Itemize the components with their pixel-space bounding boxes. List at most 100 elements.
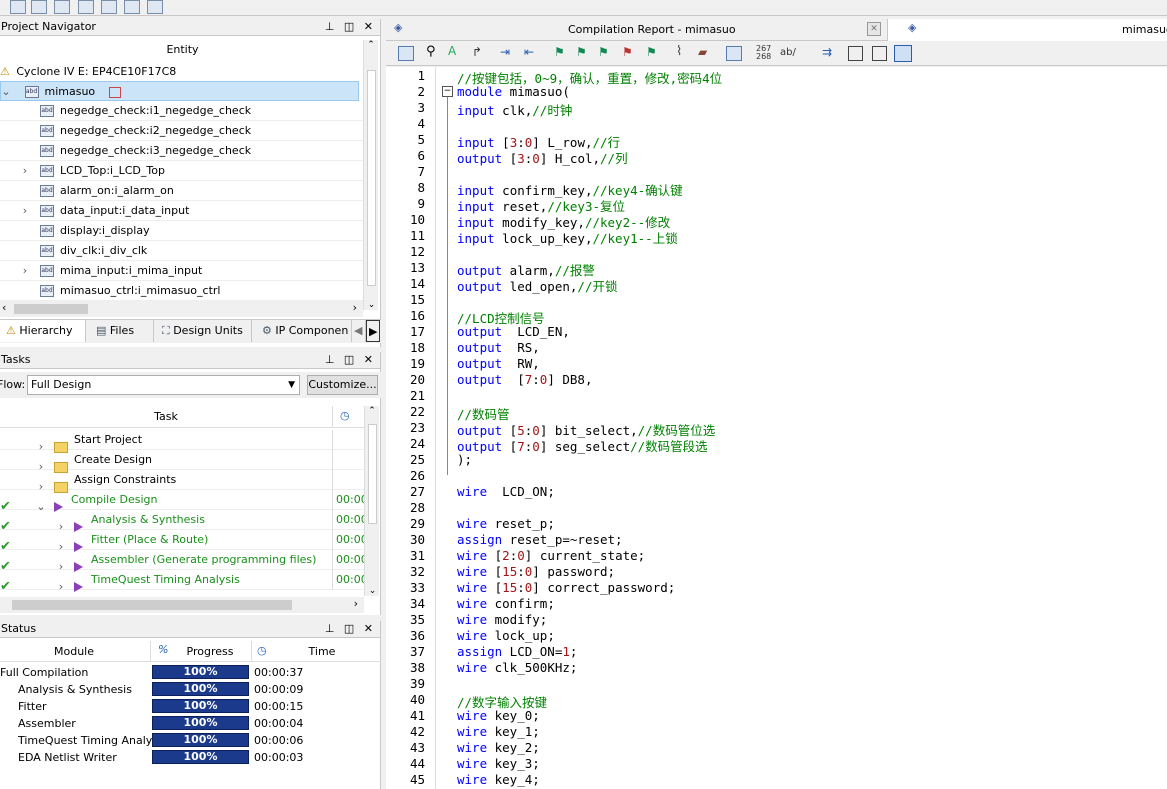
navigator-horizontal-scrollbar[interactable]: ‹ ›	[0, 301, 363, 317]
panel-controls[interactable]: ⊥ ◫ ✕	[325, 621, 376, 637]
toolbar-icon-4[interactable]	[78, 0, 94, 14]
scrollbar-thumb[interactable]	[12, 600, 292, 610]
bookmark-list-icon[interactable]: ⚑	[646, 45, 657, 59]
hierarchy-item[interactable]: abd negedge_check:i1_negedge_check	[0, 101, 363, 121]
code-line[interactable]: wire [15:0] password;	[457, 564, 615, 579]
scrollbar-thumb[interactable]	[367, 70, 376, 286]
toolbar-icon-2[interactable]	[31, 0, 47, 14]
code-line[interactable]: input clk,//时钟	[457, 100, 572, 119]
chevron-down-icon[interactable]: ⌄	[1, 82, 11, 102]
code-line[interactable]: output RS,	[457, 340, 540, 355]
time-column-header[interactable]: Time	[272, 641, 372, 662]
code-line[interactable]: wire [15:0] correct_password;	[457, 580, 675, 595]
goto-icon[interactable]: ↱	[472, 45, 482, 59]
status-row[interactable]: Analysis & Synthesis 100% 00:00:09	[0, 681, 380, 698]
code-line[interactable]: wire [2:0] current_state;	[457, 548, 645, 563]
toolbar-icon[interactable]	[398, 46, 414, 61]
tasks-vertical-scrollbar[interactable]: ⌃ ⌄	[364, 406, 379, 596]
tab-scroll-left-icon[interactable]: ◀	[352, 320, 366, 342]
hierarchy-item[interactable]: abd alarm_on:i_alarm_on	[0, 181, 363, 201]
code-line[interactable]: wire LCD_ON;	[457, 484, 555, 499]
task-row[interactable]: ›Start Project	[0, 430, 364, 453]
tab-design-units[interactable]: ⛶ Design Units	[156, 320, 252, 342]
bookmark-icon[interactable]: ⚑	[554, 45, 565, 59]
device-row[interactable]: ⚠ Cyclone IV E: EP4CE10F17C8	[0, 62, 365, 82]
code-line[interactable]: assign LCD_ON=1;	[457, 644, 577, 659]
panel-controls[interactable]: ⊥ ◫ ✕	[325, 352, 376, 368]
status-row[interactable]: Assembler 100% 00:00:04	[0, 715, 380, 732]
tab-ip-components[interactable]: ⚙ IP Componen	[256, 320, 352, 342]
scrollbar-thumb[interactable]	[14, 304, 88, 314]
tab-mimasuo-file[interactable]: ◈ mimasuo.	[888, 19, 1167, 41]
task-row[interactable]: ✔ ›Fitter (Place & Route) 00:00	[0, 530, 368, 554]
toolbar-icon-6[interactable]	[124, 0, 140, 14]
toolbar-icon-3[interactable]	[54, 0, 70, 14]
line-numbers-icon[interactable]: 267 268	[756, 45, 771, 61]
code-line[interactable]: assign reset_p=~reset;	[457, 532, 623, 547]
code-line[interactable]: output [3:0] H_col,//列	[457, 148, 628, 167]
entity-column-header[interactable]: Entity	[0, 40, 365, 60]
toggle-comment-icon[interactable]	[726, 46, 742, 61]
panel-controls[interactable]: ⊥ ◫ ✕	[325, 19, 376, 35]
fold-toggle-icon[interactable]: −	[442, 86, 453, 97]
indent-icon[interactable]: ⇥	[500, 45, 510, 59]
attach-icon[interactable]: ⌇	[676, 44, 682, 59]
code-line[interactable]: wire clk_500KHz;	[457, 660, 577, 675]
replace-icon[interactable]: A	[448, 44, 456, 58]
block-icon[interactable]	[848, 46, 863, 61]
chevron-right-icon[interactable]: ›	[20, 161, 30, 181]
toolbar-icon-1[interactable]	[10, 0, 26, 14]
code-line[interactable]: module mimasuo(	[457, 84, 570, 99]
collapse-icon[interactable]	[894, 45, 912, 62]
code-line[interactable]: wire key_0;	[457, 708, 540, 723]
status-row[interactable]: EDA Netlist Writer 100% 00:00:03	[0, 749, 380, 766]
chevron-right-icon[interactable]: ›	[20, 261, 30, 281]
tasks-horizontal-scrollbar[interactable]: ›	[0, 597, 364, 613]
next-bookmark-icon[interactable]: ⚑	[576, 45, 587, 59]
code-line[interactable]: );	[457, 452, 472, 467]
template-icon[interactable]: ▰	[698, 45, 707, 59]
toolbar-icon-5[interactable]	[101, 0, 117, 14]
task-row[interactable]: ›Assign Constraints	[0, 470, 364, 493]
customize-button[interactable]: Customize...	[307, 375, 378, 395]
status-row[interactable]: Fitter 100% 00:00:15	[0, 698, 380, 715]
task-row[interactable]: ✔ ⌄Compile Design 00:00	[0, 490, 368, 514]
code-line[interactable]: output RW,	[457, 356, 540, 371]
code-line[interactable]: wire lock_up;	[457, 628, 555, 643]
scrollbar-thumb[interactable]	[368, 424, 377, 524]
chevron-right-icon[interactable]: ›	[56, 577, 66, 597]
hierarchy-item[interactable]: › abd mima_input:i_mima_input	[0, 261, 363, 281]
tab-hierarchy[interactable]: ⚠ Hierarchy	[0, 320, 86, 342]
code-line[interactable]: wire modify;	[457, 612, 547, 627]
tab-compilation-report[interactable]: ◈ Compilation Report - mimasuo ✕	[386, 19, 888, 41]
root-entity-row[interactable]: ⌄ abd mimasuo	[0, 81, 359, 101]
outdent-icon[interactable]: ⇤	[524, 45, 534, 59]
clear-bookmark-icon[interactable]: ⚑	[622, 45, 633, 59]
flow-select[interactable]: Full Design ▼	[27, 375, 300, 395]
expand-icon[interactable]	[872, 46, 887, 61]
code-line[interactable]: output LCD_EN,	[457, 324, 570, 339]
code-line[interactable]: wire key_4;	[457, 772, 540, 787]
hierarchy-item[interactable]: abd div_clk:i_div_clk	[0, 241, 363, 261]
code-line[interactable]: wire confirm;	[457, 596, 555, 611]
task-row[interactable]: ✔ ›Analysis & Synthesis 00:00	[0, 510, 368, 534]
hierarchy-item[interactable]: abd negedge_check:i3_negedge_check	[0, 141, 363, 161]
hierarchy-item[interactable]: › abd data_input:i_data_input	[0, 201, 363, 221]
task-row[interactable]: ✔ ›Assembler (Generate programming files)…	[0, 550, 368, 574]
prev-bookmark-icon[interactable]: ⚑	[598, 45, 609, 59]
code-line[interactable]: wire key_2;	[457, 740, 540, 755]
goto-line-icon[interactable]: ⇉	[822, 45, 832, 59]
find-icon[interactable]: ⚲	[426, 44, 436, 59]
tab-scroll-right-icon[interactable]: ▶	[366, 320, 380, 342]
toolbar-icon-7[interactable]	[147, 0, 163, 14]
task-row[interactable]: ✔ › TimeQuest Timing Analysis 00:00	[0, 570, 368, 594]
tab-files[interactable]: ▤ Files	[90, 320, 154, 342]
code-line[interactable]: output [7:0] DB8,	[457, 372, 592, 387]
task-column-header[interactable]: Task	[0, 406, 332, 428]
status-row[interactable]: Full Compilation 100% 00:00:37	[0, 664, 380, 681]
navigator-vertical-scrollbar[interactable]: ⌃ ⌄	[363, 40, 378, 310]
hierarchy-item[interactable]: abd display:i_display	[0, 221, 363, 241]
hierarchy-item[interactable]: abd mimasuo_ctrl:i_mimasuo_ctrl	[0, 281, 363, 301]
code-line[interactable]: output led_open,//开锁	[457, 276, 617, 295]
code-line[interactable]: wire reset_p;	[457, 516, 555, 531]
